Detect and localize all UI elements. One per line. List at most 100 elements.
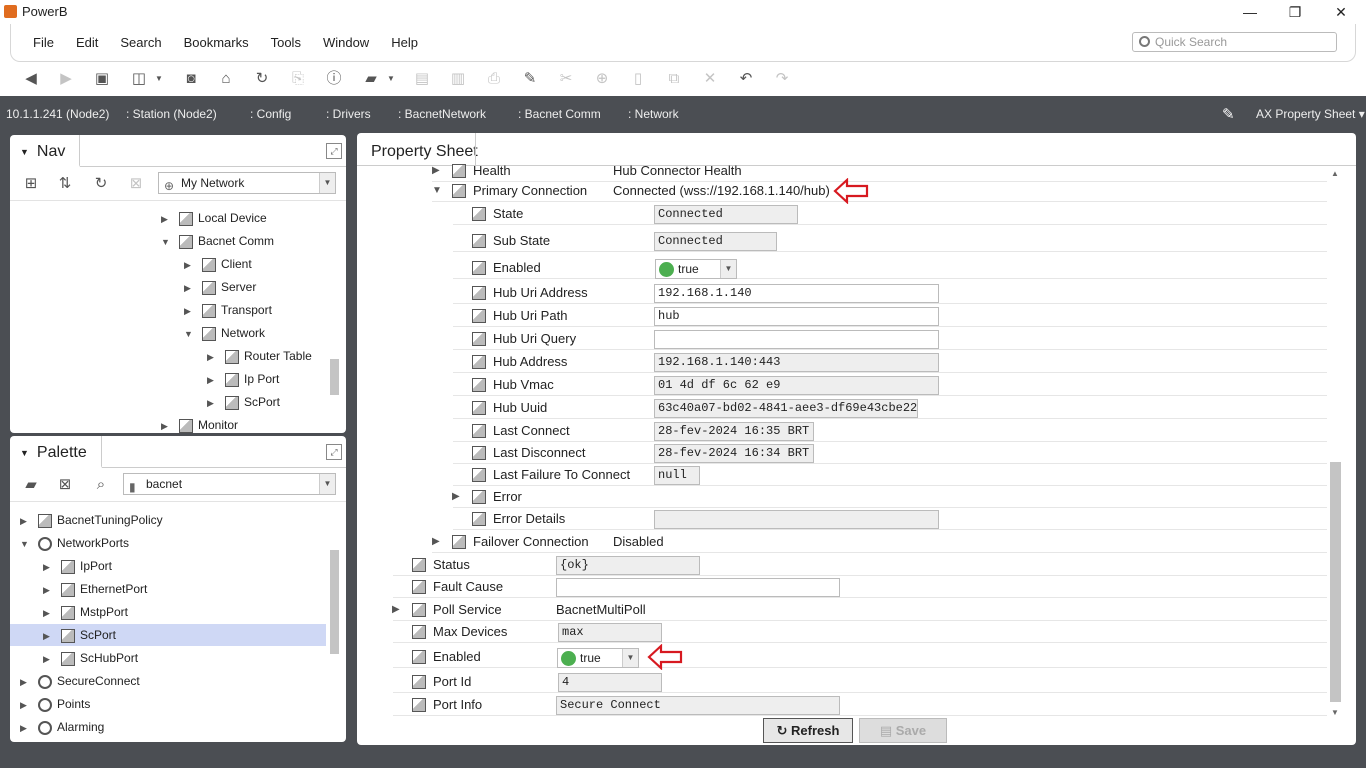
property-row-port-max-devices[interactable]: Max Devices max bbox=[393, 621, 1327, 643]
last-connect-field[interactable]: 28-fev-2024 16:35 BRT bbox=[654, 422, 814, 441]
close-button[interactable]: ✕ bbox=[1318, 0, 1364, 24]
chevron-down-icon[interactable]: ▼ bbox=[720, 260, 736, 278]
tree-item-scport[interactable]: ▶ ScPort bbox=[10, 624, 326, 646]
expand-icon[interactable]: ▶ bbox=[452, 486, 460, 508]
fault-cause-field[interactable] bbox=[556, 578, 840, 597]
property-scrollbar[interactable]: ▲ ▼ bbox=[1328, 167, 1342, 719]
expand-icon[interactable]: ▶ bbox=[20, 510, 32, 532]
chevron-down-icon[interactable]: ▼ bbox=[319, 173, 335, 193]
paste-icon[interactable]: ▯ bbox=[629, 70, 647, 88]
expand-icon[interactable]: ▶ bbox=[20, 694, 32, 716]
tab-property-sheet[interactable]: Property Sheet bbox=[371, 143, 478, 161]
expand-icon[interactable]: ▶ bbox=[207, 392, 219, 414]
redo-icon[interactable]: ↷ bbox=[773, 70, 791, 88]
open-folder-icon[interactable]: ▰ bbox=[362, 70, 380, 88]
status-field[interactable]: {ok} bbox=[556, 556, 700, 575]
property-row-port-fault-cause[interactable]: Fault Cause bbox=[393, 576, 1327, 598]
error-details-field[interactable] bbox=[654, 510, 939, 529]
max-devices-field[interactable]: max bbox=[558, 623, 662, 642]
tree-item-bacnettuningpolicy[interactable]: ▶ BacnetTuningPolicy bbox=[20, 509, 163, 531]
property-row-hub-uri-address[interactable]: Hub Uri Address 192.168.1.140 bbox=[453, 282, 1327, 304]
tree-item-scport[interactable]: ▶ ScPort bbox=[207, 391, 280, 413]
hub-uri-address-field[interactable]: 192.168.1.140 bbox=[654, 284, 939, 303]
property-row-port-port-info[interactable]: Port Info Secure Connect bbox=[393, 694, 1327, 716]
menu-item-edit[interactable]: Edit bbox=[76, 35, 98, 50]
chevron-down-icon[interactable]: ▼ bbox=[622, 649, 638, 667]
tree-item-networkports[interactable]: ▼ NetworkPorts bbox=[20, 532, 129, 554]
save-button[interactable]: ▤ Save bbox=[859, 718, 947, 743]
breadcrumb-drivers[interactable]: : Drivers bbox=[326, 107, 371, 121]
maximize-button[interactable]: ❐ bbox=[1272, 0, 1318, 24]
forward-icon[interactable]: ▶ bbox=[57, 70, 75, 88]
menu-item-window[interactable]: Window bbox=[323, 35, 369, 50]
property-row-primary-connection[interactable]: ▼ Primary Connection Connected (wss://192.… bbox=[432, 180, 1327, 202]
collapse-icon[interactable]: ▼ bbox=[20, 533, 32, 555]
menu-item-bookmarks[interactable]: Bookmarks bbox=[184, 35, 249, 50]
enabled-select[interactable]: true ▼ bbox=[655, 259, 737, 279]
open-palette-icon[interactable]: ▰ bbox=[22, 476, 40, 494]
property-row-port-enabled[interactable]: Enabled true ▼ bbox=[393, 646, 1327, 668]
hub-vmac-field[interactable]: 01 4d df 6c 62 e9 bbox=[654, 376, 939, 395]
property-row-failover-connection[interactable]: ▶ Failover Connection Disabled bbox=[432, 531, 1327, 553]
collapse-icon[interactable]: ▼ bbox=[20, 448, 29, 458]
info-icon[interactable]: ⓘ bbox=[325, 70, 343, 88]
home-icon[interactable]: ⌂ bbox=[217, 70, 235, 88]
minimize-button[interactable]: — bbox=[1227, 0, 1273, 24]
menu-item-search[interactable]: Search bbox=[120, 35, 161, 50]
maximize-panel-icon[interactable]: ⤢ bbox=[326, 444, 342, 460]
sub-state-field[interactable]: Connected bbox=[654, 232, 777, 251]
property-row-state[interactable]: State Connected bbox=[453, 203, 1327, 225]
property-row-hub-uuid[interactable]: Hub Uuid 63c40a07-bd02-4841-aee3-df69e43c… bbox=[453, 397, 1327, 419]
tree-item-mstpport[interactable]: ▶ MstpPort bbox=[43, 601, 128, 623]
refresh-tree-icon[interactable]: ◙ bbox=[182, 70, 200, 88]
close-icon[interactable]: ⊠ bbox=[127, 175, 145, 193]
duplicate-icon[interactable]: ⧉ bbox=[665, 70, 683, 88]
refresh-icon[interactable]: ↻ bbox=[253, 70, 271, 88]
breadcrumb-station-host[interactable]: 10.1.1.241 (Node2) bbox=[6, 107, 109, 121]
property-row-port-port-id[interactable]: Port Id 4 bbox=[393, 671, 1327, 693]
tree-item-network[interactable]: ▼ Network bbox=[184, 322, 265, 344]
tree-item-local-device[interactable]: ▶ Local Device bbox=[161, 207, 267, 229]
tree-item-bacnet-comm[interactable]: ▼ Bacnet Comm bbox=[161, 230, 274, 252]
cut-icon[interactable]: ✂ bbox=[557, 70, 575, 88]
back-icon[interactable]: ◀ bbox=[22, 70, 40, 88]
breadcrumb-config[interactable]: : Config bbox=[250, 107, 291, 121]
tree-item-alarming[interactable]: ▶ Alarming bbox=[20, 716, 104, 738]
collapse-icon[interactable]: ▼ bbox=[161, 231, 173, 253]
expand-icon[interactable]: ▶ bbox=[432, 531, 440, 553]
menu-item-tools[interactable]: Tools bbox=[271, 35, 301, 50]
state-field[interactable]: Connected bbox=[654, 205, 798, 224]
spy-icon[interactable]: ⎘ bbox=[289, 70, 307, 88]
property-row-health[interactable]: ▶ Health Hub Connector Health bbox=[432, 160, 1327, 182]
find-icon[interactable]: ⌕ bbox=[92, 476, 110, 494]
tree-item-client[interactable]: ▶ Client bbox=[184, 253, 252, 275]
expand-icon[interactable]: ▶ bbox=[43, 625, 55, 647]
property-row-hub-vmac[interactable]: Hub Vmac 01 4d df 6c 62 e9 bbox=[453, 374, 1327, 396]
expand-icon[interactable]: ▶ bbox=[184, 300, 196, 322]
property-row-enabled[interactable]: Enabled true ▼ bbox=[453, 257, 1327, 279]
scroll-up-icon[interactable]: ▲ bbox=[1331, 169, 1339, 178]
last-failure-field[interactable]: null bbox=[654, 466, 700, 485]
property-row-error[interactable]: ▶ Error bbox=[452, 486, 1327, 508]
collapse-icon[interactable]: ▼ bbox=[432, 180, 442, 202]
side-bar-icon[interactable]: ◫ bbox=[130, 70, 148, 88]
property-row-last-failure[interactable]: Last Failure To Connect null bbox=[453, 464, 1327, 486]
port-id-field[interactable]: 4 bbox=[558, 673, 662, 692]
hub-uri-path-field[interactable]: hub bbox=[654, 307, 939, 326]
last-disconnect-field[interactable]: 28-fev-2024 16:34 BRT bbox=[654, 444, 814, 463]
hub-address-field[interactable]: 192.168.1.140:443 bbox=[654, 353, 939, 372]
delete-icon[interactable]: ✕ bbox=[701, 70, 719, 88]
undo-icon[interactable]: ↶ bbox=[737, 70, 755, 88]
property-row-error-details[interactable]: Error Details bbox=[453, 508, 1327, 530]
property-row-last-connect[interactable]: Last Connect 28-fev-2024 16:35 BRT bbox=[453, 420, 1327, 442]
save-all-icon[interactable]: ▥ bbox=[449, 70, 467, 88]
scroll-down-icon[interactable]: ▼ bbox=[1331, 708, 1339, 717]
expand-icon[interactable]: ▶ bbox=[184, 254, 196, 276]
property-row-hub-address[interactable]: Hub Address 192.168.1.140:443 bbox=[453, 351, 1327, 373]
expand-icon[interactable]: ▶ bbox=[161, 415, 173, 437]
side-bar-dropdown-icon[interactable]: ▼ bbox=[150, 70, 168, 88]
tree-item-server[interactable]: ▶ Server bbox=[184, 276, 256, 298]
hub-uuid-field[interactable]: 63c40a07-bd02-4841-aee3-df69e43cbe22 bbox=[654, 399, 918, 418]
property-row-hub-uri-path[interactable]: Hub Uri Path hub bbox=[453, 305, 1327, 327]
palette-scrollbar[interactable] bbox=[328, 502, 340, 740]
